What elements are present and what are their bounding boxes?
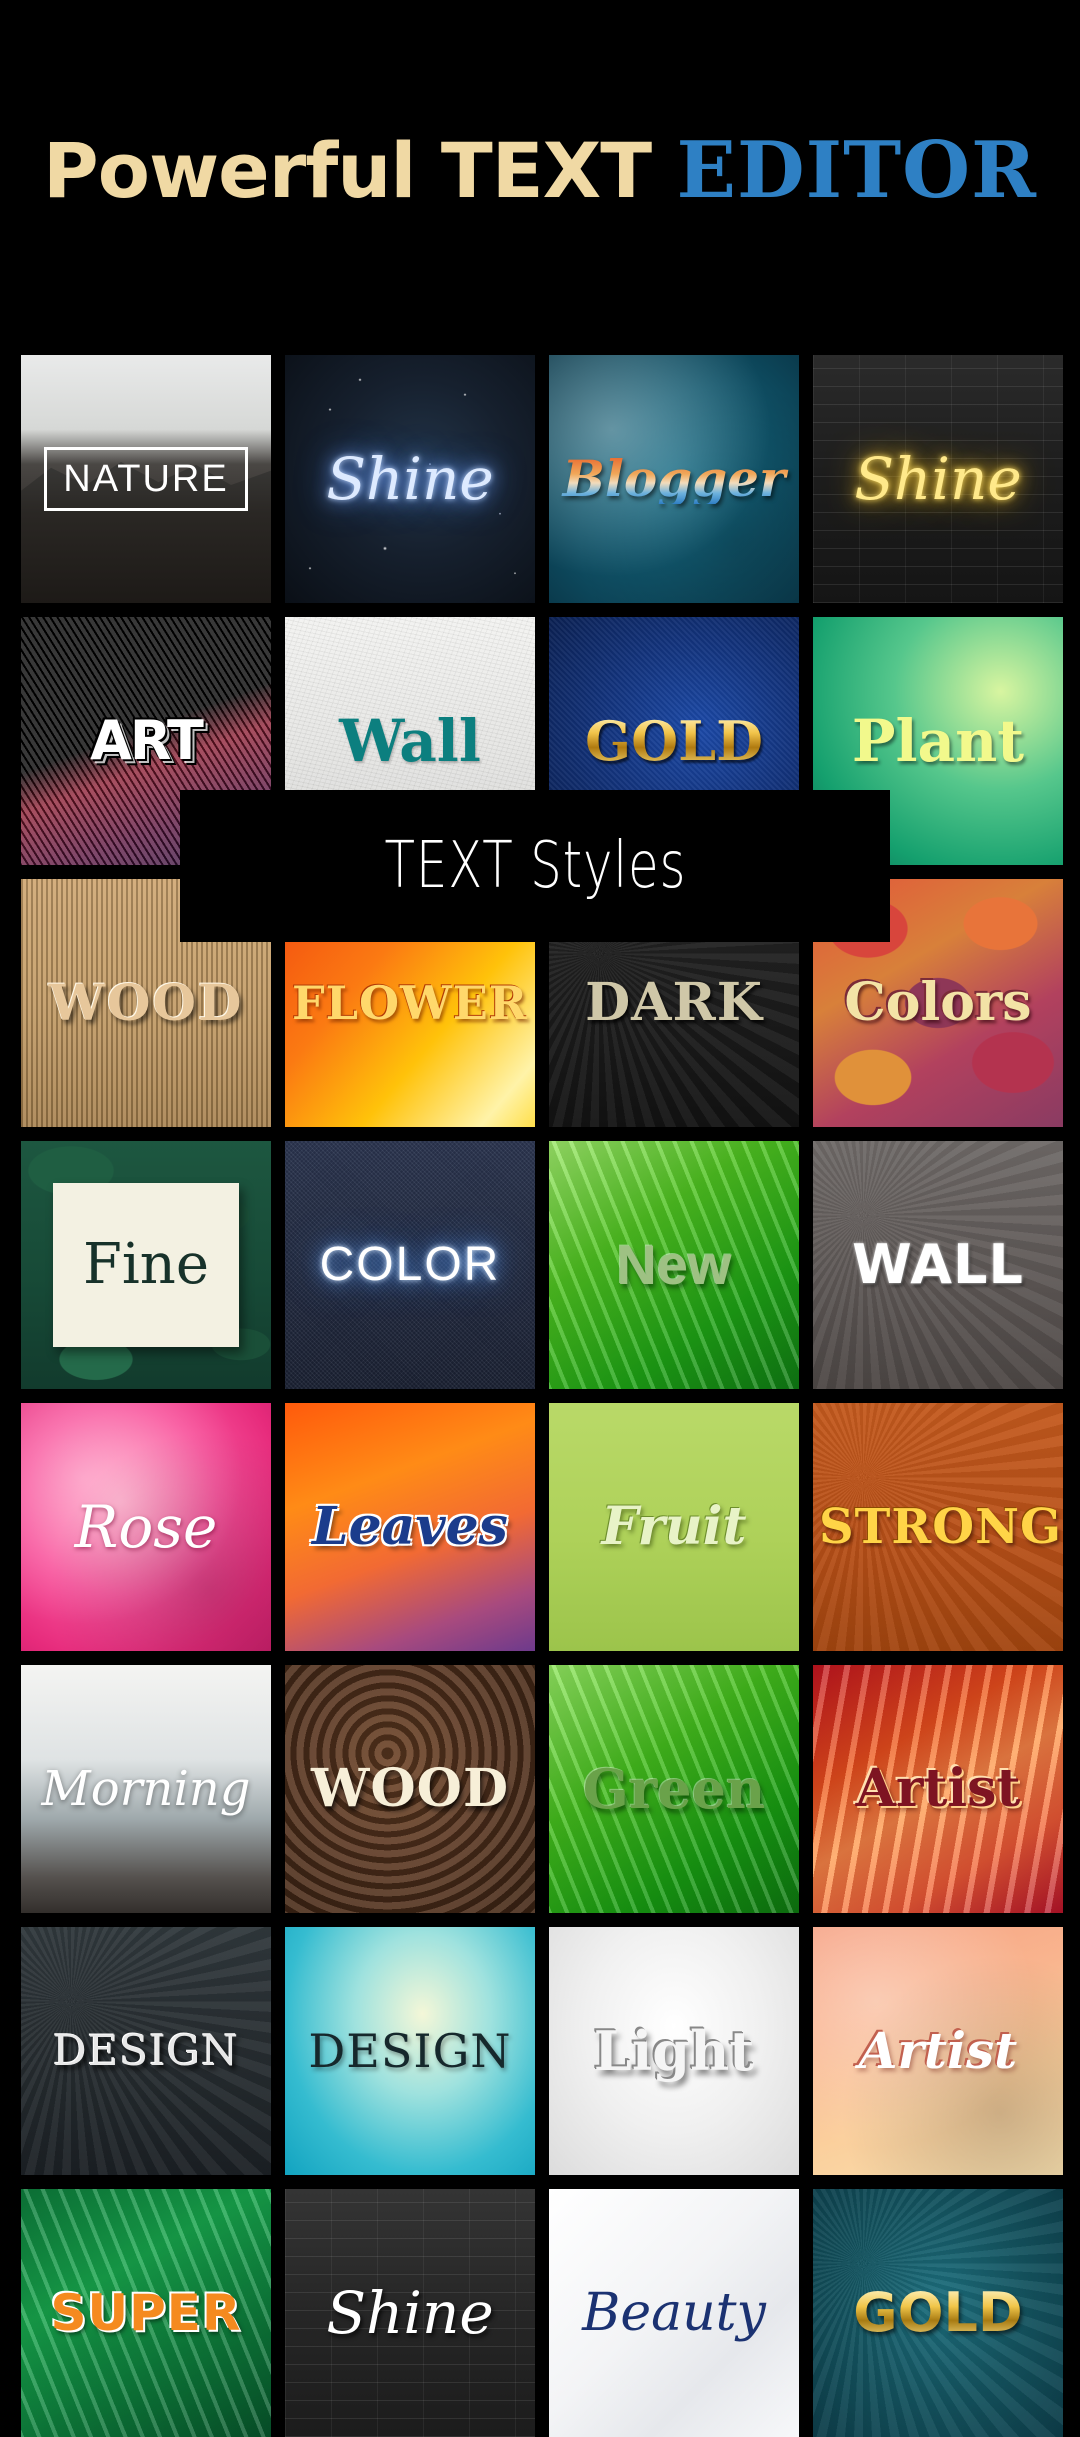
text-style-tile[interactable]: Fruit [549, 1403, 799, 1651]
text-style-tile[interactable]: Light [549, 1927, 799, 2175]
tile-label: Artist [858, 2021, 1018, 2080]
page-header: Powerful TEXT EDITOR [0, 0, 1080, 300]
tile-label: ART [90, 709, 204, 772]
text-style-tile[interactable]: NATURE [21, 355, 271, 603]
text-style-tile[interactable]: DESIGN [285, 1927, 535, 2175]
tile-label: GOLD [847, 2286, 1028, 2340]
text-style-tile[interactable]: Leaves [285, 1403, 535, 1651]
text-style-tile[interactable]: WOOD [285, 1665, 535, 1913]
tile-label: Artist [855, 1758, 1021, 1819]
text-style-tile[interactable]: Morning [21, 1665, 271, 1913]
tile-label: WOOD [310, 1758, 510, 1819]
text-style-tile[interactable]: Shine [285, 355, 535, 603]
text-styles-banner-label: TEXT Styles [384, 829, 686, 903]
tile-label: Fine [53, 1183, 239, 1347]
text-style-tile[interactable]: Fine [21, 1141, 271, 1389]
text-style-gallery: NATURE Shine Blogger Shine ART Wall GOLD Plant W… [21, 355, 1063, 2437]
text-style-tile[interactable]: Shine [813, 355, 1063, 603]
tile-label: NATURE [44, 447, 248, 511]
tile-label: Green [582, 1757, 766, 1821]
tile-label: DESIGN [53, 2026, 239, 2075]
tile-label: COLOR [319, 1238, 501, 1291]
text-style-tile[interactable]: Blogger [549, 355, 799, 603]
tile-label: Colors [844, 972, 1032, 1033]
tile-label: Shine [326, 445, 494, 513]
tile-label: New [616, 1233, 732, 1296]
tile-label: WOOD [48, 973, 244, 1032]
tile-label: Wall [339, 707, 481, 775]
tile-label: Plant [851, 707, 1025, 775]
tile-label: WALL [852, 1233, 1024, 1296]
text-style-tile[interactable]: WALL [813, 1141, 1063, 1389]
tile-label: GOLD [579, 714, 769, 768]
tile-label: DARK [585, 972, 763, 1033]
tile-label: Fruit [601, 1496, 747, 1557]
text-style-tile[interactable]: DESIGN [21, 1927, 271, 2175]
text-styles-banner: TEXT Styles [180, 790, 890, 942]
tile-label: Shine [326, 2279, 494, 2347]
tile-label: SUPER [50, 2284, 242, 2342]
tile-label: Blogger [557, 454, 792, 504]
text-style-tile[interactable]: STRONG [813, 1403, 1063, 1651]
tile-label: Leaves [312, 1496, 508, 1557]
text-style-tile[interactable]: Green [549, 1665, 799, 1913]
tile-label: Shine [854, 445, 1022, 513]
tile-label: DESIGN [308, 2024, 512, 2078]
page-title-word-powerful: Powerful [43, 125, 441, 215]
text-style-tile[interactable]: Rose [21, 1403, 271, 1651]
tile-label: FLOWER [291, 976, 529, 1030]
text-style-tile[interactable]: Artist [813, 1665, 1063, 1913]
text-style-tile[interactable]: New [549, 1141, 799, 1389]
tile-label: Morning [41, 1761, 251, 1817]
text-style-tile[interactable]: Artist [813, 1927, 1063, 2175]
tile-label: Beauty [582, 2283, 766, 2343]
tile-label: Light [593, 2019, 755, 2083]
tile-label: STRONG [819, 1499, 1062, 1555]
page-title-word-editor: EDITOR [676, 124, 1037, 216]
page-title-word-text: TEXT [440, 125, 677, 215]
tile-label: Rose [74, 1493, 218, 1561]
text-style-tile[interactable]: COLOR [285, 1141, 535, 1389]
page-title: Powerful TEXT EDITOR [43, 125, 1037, 216]
